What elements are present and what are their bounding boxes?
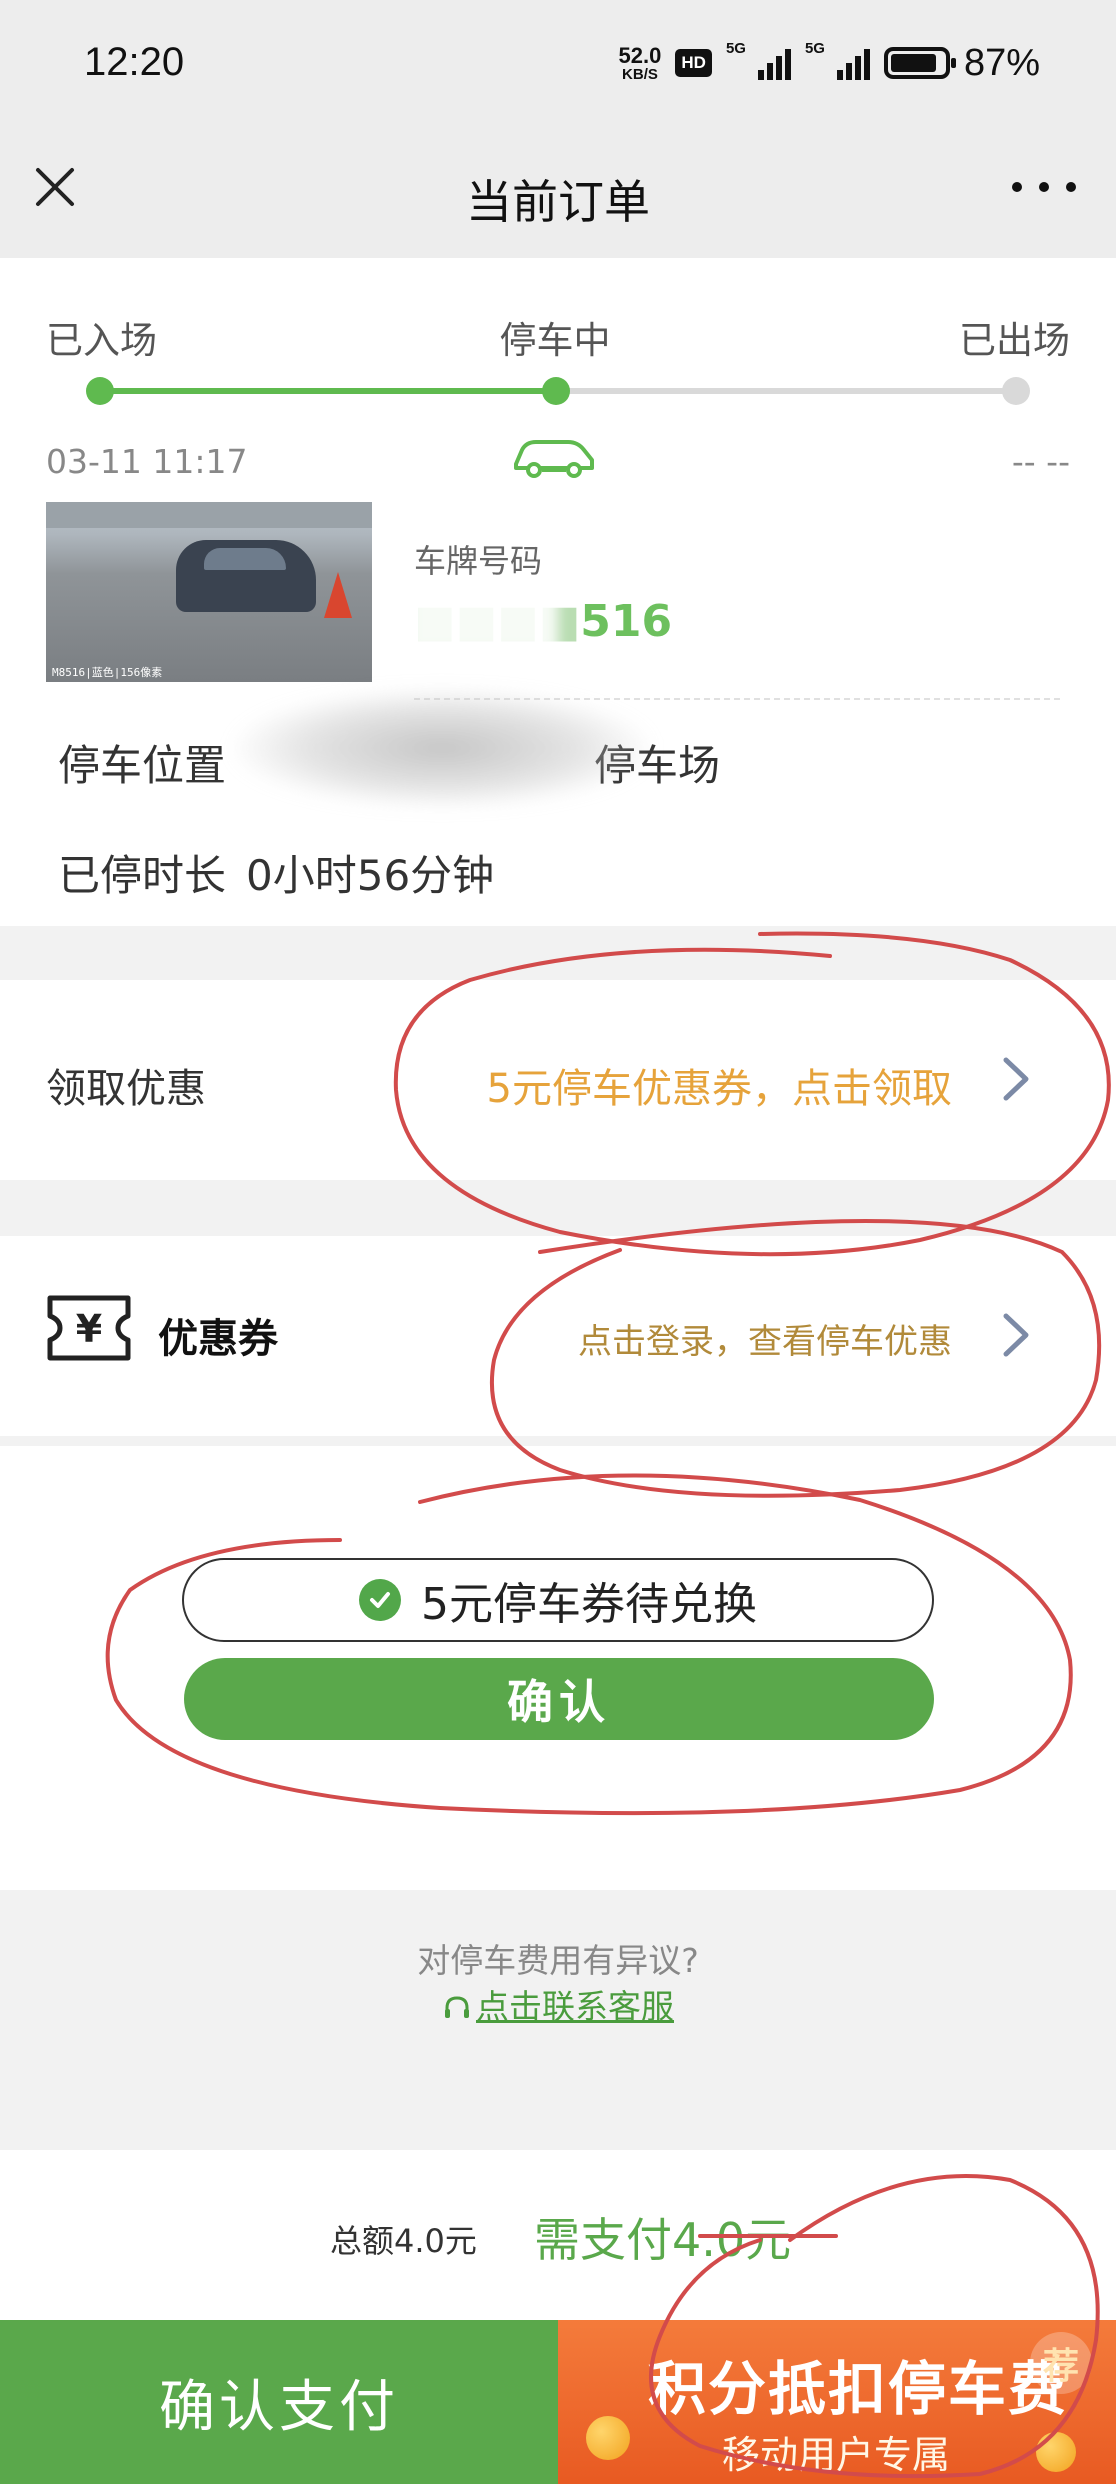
total-amount: 总额4.0元 [330,2222,477,2260]
amount-due: 需支付4.0元 [534,2213,792,2267]
plate-number-suffix: 516 [580,596,673,647]
location-label: 停车位置 [58,741,227,790]
recommend-badge: 荐 [1030,2332,1092,2394]
coupon-exchange-section: 5元停车券待兑换 确认 [0,1446,1116,1890]
duration-row: 已停时长 0小时56分钟 [58,842,494,903]
signal-sim1-icon: 5G [726,40,791,80]
confirm-exchange-button[interactable]: 确认 [184,1658,934,1740]
battery-icon [883,47,956,79]
step-dot-exited [1002,377,1030,405]
hd-voice-icon: HD [675,49,712,77]
location-redaction [232,688,652,808]
confirm-pay-button[interactable]: 确认支付 [0,2320,558,2484]
chevron-right-icon[interactable] [998,1310,1034,1360]
step-parking: 停车中 [499,319,611,362]
status-time: 12:20 [84,40,185,84]
status-bar: 12:20 52.0 KB/S HD 5G 5G 87% [0,0,1116,128]
coin-icon [1036,2432,1076,2472]
chevron-right-icon[interactable] [998,1054,1034,1104]
svg-text:¥: ¥ [76,1307,102,1351]
coupon-exchange-text: 5元停车券待兑换 [421,1579,757,1630]
sim1-network-label: 5G [725,40,746,57]
battery-percent: 87% [963,41,1040,84]
step-dot-parking [542,377,570,405]
step-exited: 已出场 [959,319,1070,362]
network-speed-value: 52.0 [618,42,662,68]
dispute-question: 对停车费用有异议? [417,1941,699,1980]
coupon-login-link[interactable]: 点击登录，查看停车优惠 [578,1314,952,1363]
duration-value: 0小时56分钟 [246,851,495,900]
coin-icon [586,2416,630,2460]
claim-discount-row[interactable]: 领取优惠 5元停车优惠券，点击领取 [0,980,1116,1180]
sim2-network-label: 5G [804,40,825,57]
network-speed-unit: KB/S [622,65,658,83]
contact-service[interactable]: 点击联系客服 [0,1980,1116,2028]
check-icon [359,1579,401,1621]
coupon-label: 优惠券 [158,1316,278,1362]
signal-sim2-icon: 5G [805,40,870,80]
entry-time: 03-11 11:17 [46,442,248,481]
points-deduct-banner[interactable]: 积分抵扣停车费 移动用户专属 荐 [558,2320,1116,2484]
headset-icon [445,1996,469,2018]
points-title: 积分抵扣停车费 [648,2355,1069,2423]
coupon-icon: ¥ [47,1295,131,1361]
progress-track-done [100,388,556,394]
car-icon [514,440,594,478]
more-icon[interactable] [1012,172,1076,202]
claim-discount-label: 领取优惠 [46,1066,206,1112]
exit-time: -- -- [1011,442,1070,481]
nav-bar: 当前订单 [0,128,1116,258]
vehicle-photo-caption: M8516|蓝色|156像素 [52,666,163,679]
total-bar: 总额4.0元 需支付4.0元 [0,2150,1116,2320]
step-dot-entered [86,377,114,405]
coupon-row[interactable]: ¥ 优惠券 点击登录，查看停车优惠 [0,1236,1116,1436]
network-speed: 52.0 KB/S [618,42,662,83]
status-indicators: 52.0 KB/S HD 5G 5G 87% [619,40,1040,86]
plate-redaction [408,588,558,652]
claim-discount-link[interactable]: 5元停车优惠券，点击领取 [487,1056,952,1114]
battery-fill [890,54,937,72]
page-title: 当前订单 [466,175,650,229]
coupon-exchange-option[interactable]: 5元停车券待兑换 [182,1558,934,1642]
plate-label: 车牌号码 [414,542,543,580]
duration-label: 已停时长 [58,851,227,900]
vehicle-photo: M8516|蓝色|156像素 [46,502,372,682]
order-card: 已入场 停车中 已出场 03-11 11:17 -- -- M8516|蓝色|1… [0,258,1116,926]
points-subtitle: 移动用户专属 [722,2433,951,2477]
contact-service-link[interactable]: 点击联系客服 [476,1987,674,2026]
